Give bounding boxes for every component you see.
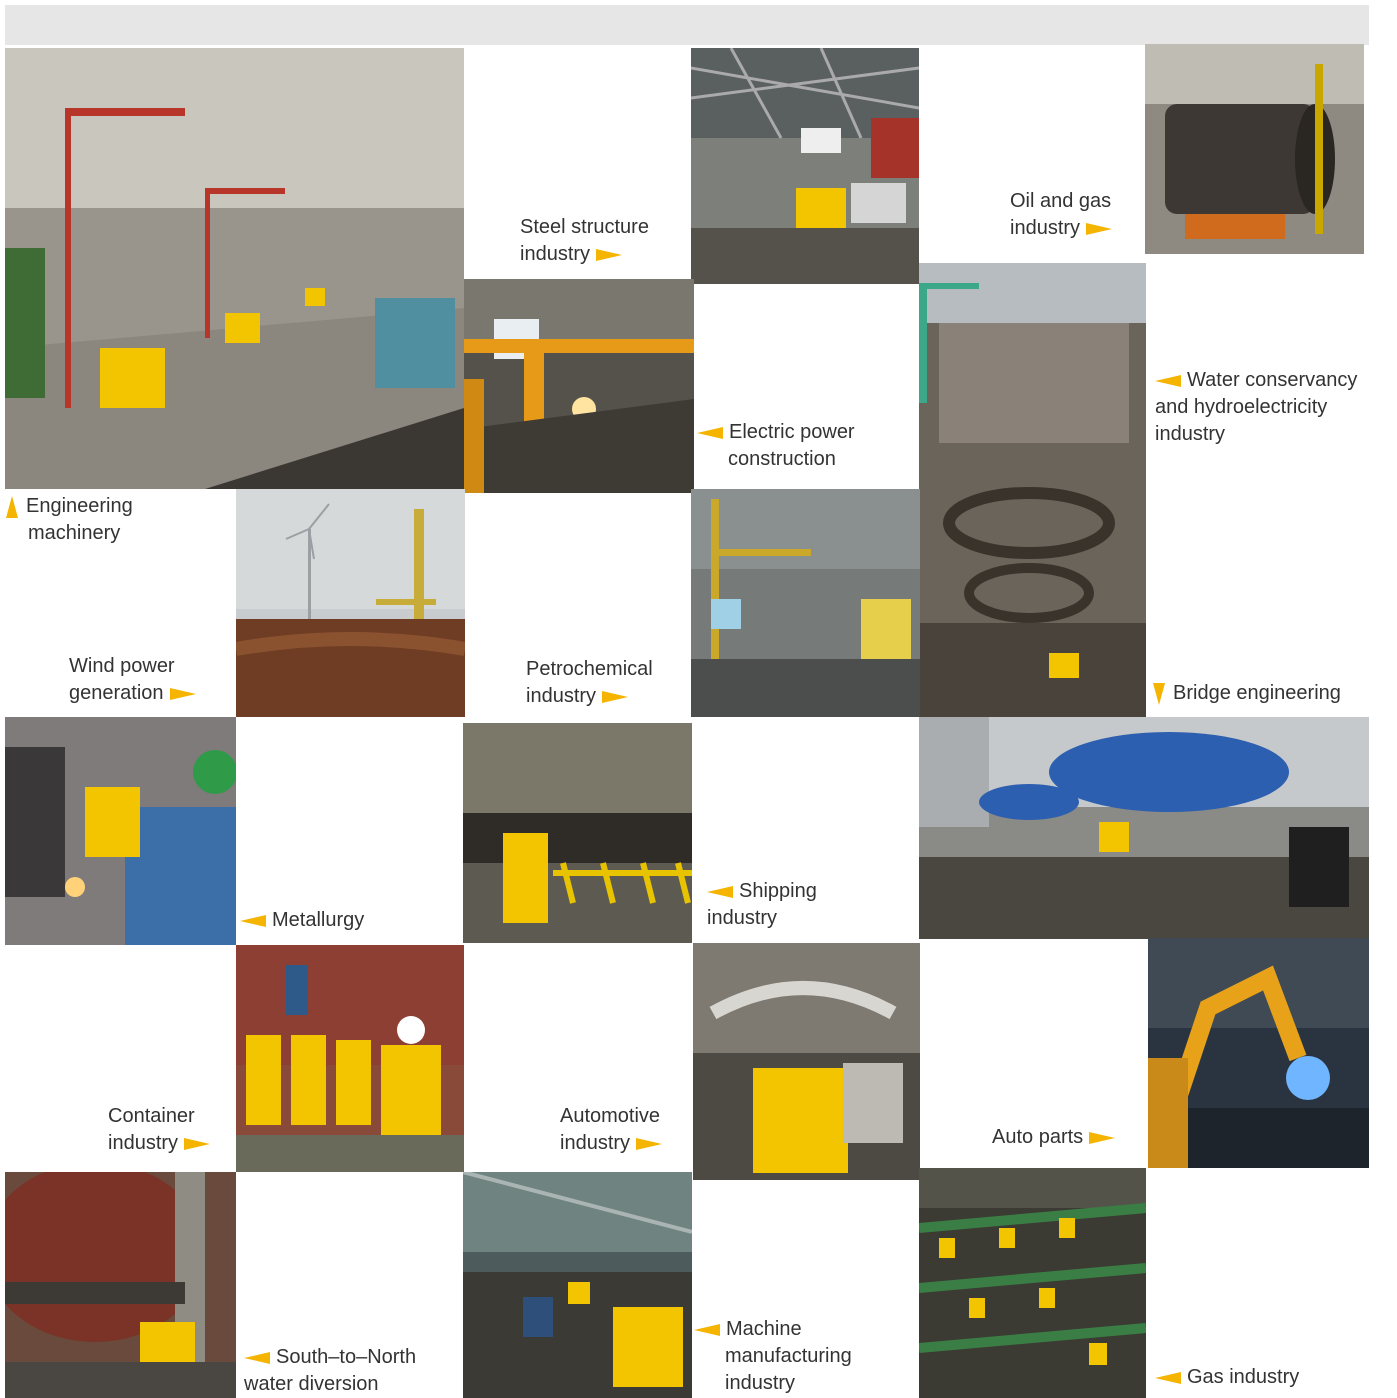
pointer-left-icon xyxy=(1155,1371,1181,1384)
caption-south-north: South–to–North water diversion xyxy=(244,1346,417,1395)
caption-electric-power: Electric power construction xyxy=(697,419,855,473)
photo-automotive xyxy=(693,943,920,1180)
pointer-right-icon xyxy=(184,1137,211,1150)
photo-container xyxy=(236,945,464,1172)
caption-wind-power: Wind power generation xyxy=(69,653,196,707)
pointer-left-icon xyxy=(707,885,733,898)
pointer-right-icon xyxy=(1089,1131,1116,1144)
caption-engineering-machinery: Engineering machinery xyxy=(6,493,133,547)
pointer-left-icon xyxy=(697,426,723,439)
pointer-right-icon xyxy=(1086,222,1113,235)
pointer-down-icon xyxy=(1153,682,1165,705)
pointer-right-icon xyxy=(602,690,629,703)
photo-engineering-machinery xyxy=(5,48,464,489)
photo-metallurgy xyxy=(5,717,236,945)
pointer-right-icon xyxy=(636,1137,663,1150)
caption-bridge: Bridge engineering xyxy=(1153,680,1341,707)
photo-water-conservancy xyxy=(919,263,1146,717)
photo-machine-manufacturing xyxy=(463,1172,692,1398)
photo-auto-parts xyxy=(1148,938,1369,1168)
photo-electric-power xyxy=(464,279,694,493)
caption-shipping: Shipping industry xyxy=(707,880,817,929)
caption-steel-structure: Steel structure industry xyxy=(520,216,649,265)
photo-shipping xyxy=(463,723,692,943)
caption-machine-manufacturing: Machine manufacturing industry xyxy=(694,1316,852,1397)
photo-petrochemical xyxy=(691,489,920,717)
photo-bridge xyxy=(919,717,1369,939)
caption-container: Container industry xyxy=(108,1103,211,1157)
caption-auto-parts: Auto parts xyxy=(992,1124,1116,1151)
pointer-up-icon xyxy=(6,495,18,518)
photo-gas xyxy=(919,1168,1146,1398)
caption-automotive: Automotive industry xyxy=(560,1105,663,1154)
caption-water-conservancy: Water conservancy and hydroelectricity i… xyxy=(1155,369,1358,445)
header-bar xyxy=(5,5,1369,45)
photo-steel-structure xyxy=(691,48,919,284)
pointer-left-icon xyxy=(240,914,266,927)
photo-south-north xyxy=(5,1172,236,1398)
photo-wind-power xyxy=(236,489,465,717)
pointer-left-icon xyxy=(694,1323,720,1336)
photo-oil-gas xyxy=(1145,44,1364,254)
caption-petrochemical: Petrochemical industry xyxy=(526,658,653,707)
pointer-right-icon xyxy=(169,687,196,700)
caption-metallurgy: Metallurgy xyxy=(240,907,364,934)
pointer-right-icon xyxy=(596,248,623,261)
pointer-left-icon xyxy=(244,1351,270,1364)
caption-gas: Gas industry xyxy=(1155,1364,1299,1391)
pointer-left-icon xyxy=(1155,374,1181,387)
caption-oil-gas: Oil and gas industry xyxy=(1010,190,1113,239)
